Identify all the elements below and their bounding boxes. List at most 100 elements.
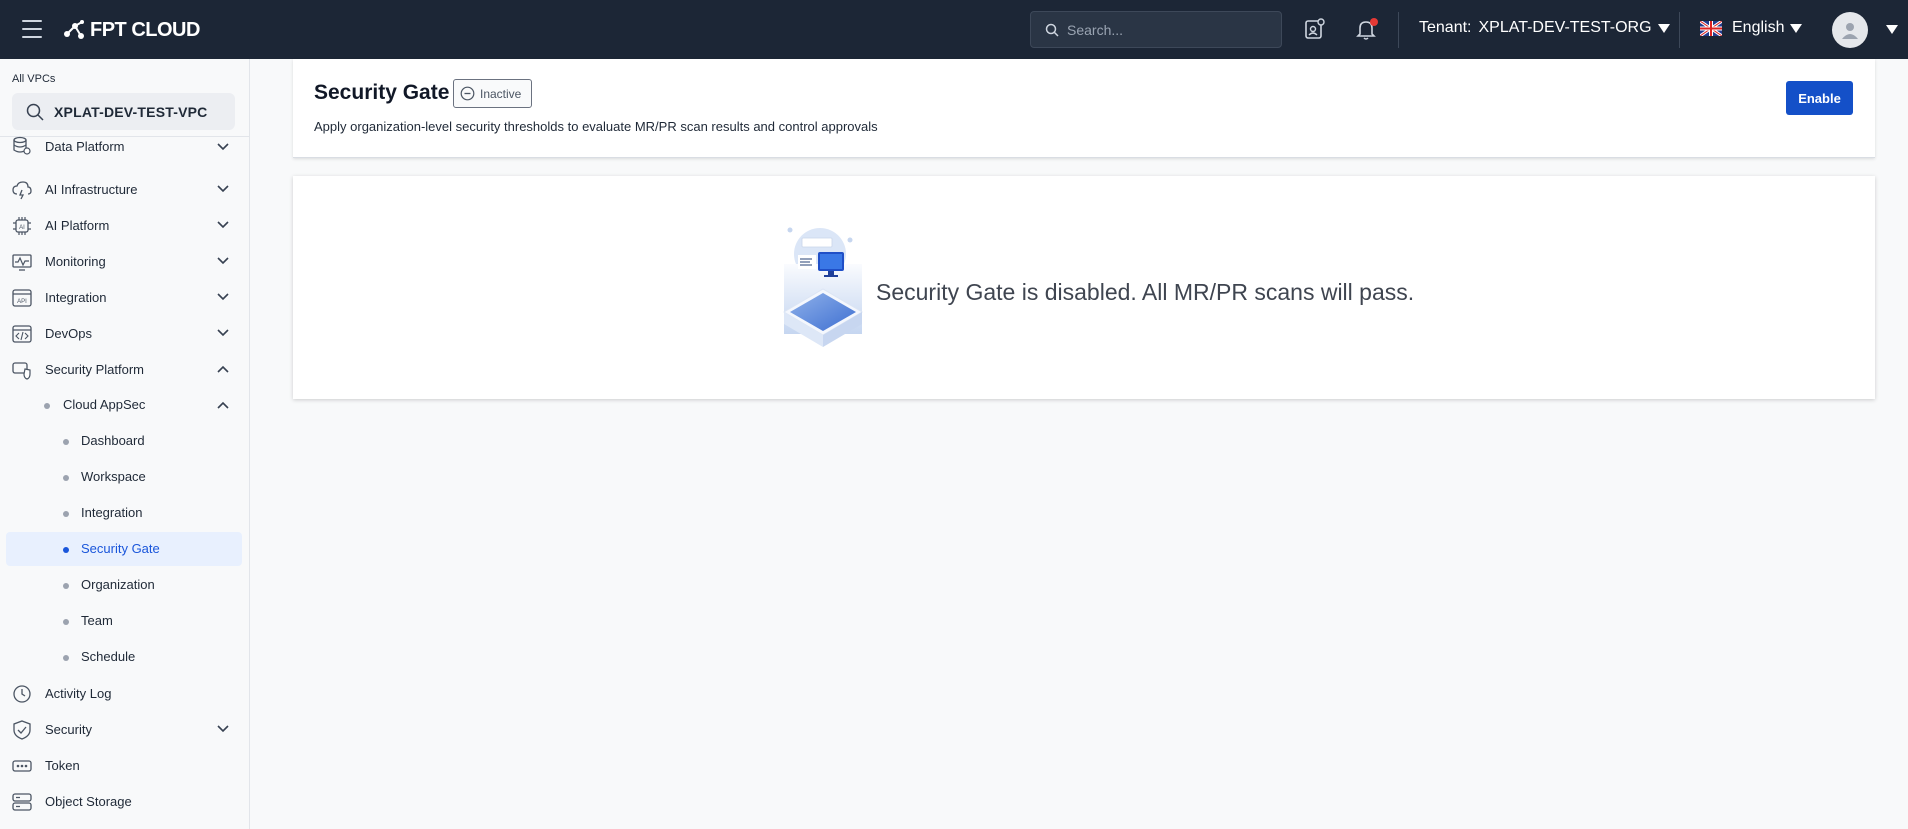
bullet-dot bbox=[63, 583, 69, 589]
tenant-value: XPLAT-DEV-TEST-ORG bbox=[1478, 19, 1652, 36]
vpc-label: All VPCs bbox=[12, 73, 56, 85]
fpt-logo-icon bbox=[64, 20, 84, 39]
api-icon: API bbox=[12, 289, 32, 307]
sidebar-item-workspace[interactable]: Workspace bbox=[0, 460, 249, 494]
sidebar-item-cloud-appsec[interactable]: Cloud AppSec bbox=[0, 388, 249, 422]
brand-logo[interactable]: FPT CLOUD bbox=[62, 15, 200, 45]
bullet-dot bbox=[63, 619, 69, 625]
sidebar-item-security-gate[interactable]: Security Gate bbox=[6, 532, 242, 566]
security-disabled-illustration bbox=[783, 227, 863, 347]
clock-icon bbox=[13, 685, 31, 703]
monitor-pulse-icon bbox=[12, 254, 32, 271]
user-icon bbox=[1842, 23, 1858, 39]
search-icon bbox=[26, 103, 44, 121]
page-header-card: Security Gate Inactive Apply organizatio… bbox=[293, 59, 1875, 158]
sidebar-item-dashboard[interactable]: Dashboard bbox=[0, 424, 249, 458]
tenant-label: Tenant: bbox=[1419, 19, 1472, 36]
search-icon bbox=[1045, 23, 1059, 37]
language-selector[interactable]: English bbox=[1700, 19, 1803, 37]
sidebar-item-label: Integration bbox=[81, 505, 143, 520]
sidebar-item-label: Schedule bbox=[81, 649, 136, 664]
sidebar-item-schedule[interactable]: Schedule bbox=[0, 640, 249, 674]
empty-state-message: Security Gate is disabled. All MR/PR sca… bbox=[876, 279, 1415, 305]
sidebar-item-appsec-integration[interactable]: Integration bbox=[0, 496, 249, 530]
bullet-dot bbox=[63, 655, 69, 661]
search-input[interactable] bbox=[1067, 21, 1267, 38]
sidebar-item-label: Integration bbox=[45, 289, 107, 305]
shield-check-icon bbox=[13, 720, 31, 740]
tenant-selector[interactable]: Tenant: XPLAT-DEV-TEST-ORG bbox=[1419, 19, 1670, 37]
divider bbox=[1398, 12, 1399, 48]
bullet-dot bbox=[63, 547, 69, 553]
sidebar-item-label: Token bbox=[45, 757, 80, 773]
vpc-value: XPLAT-DEV-TEST-VPC bbox=[54, 103, 208, 120]
sidebar-item-team[interactable]: Team bbox=[0, 604, 249, 638]
sidebar-item-label: Workspace bbox=[81, 469, 146, 484]
user-avatar[interactable] bbox=[1832, 12, 1868, 48]
sidebar-item-label: AI Platform bbox=[45, 217, 110, 233]
page-title: Security Gate bbox=[314, 81, 450, 104]
cloud-lightning-icon bbox=[12, 181, 32, 200]
svg-text:AI: AI bbox=[19, 225, 25, 231]
chevron-up-icon bbox=[217, 365, 229, 373]
sidebar-item-integration[interactable]: API Integration bbox=[0, 280, 249, 314]
sidebar-item-label: AI Infrastructure bbox=[45, 181, 138, 197]
database-icon bbox=[13, 136, 31, 155]
uk-flag-icon bbox=[1700, 20, 1722, 36]
sidebar-item-ai-infrastructure[interactable]: AI Infrastructure bbox=[0, 172, 249, 206]
bullet-dot bbox=[63, 475, 69, 481]
chevron-down-icon bbox=[217, 185, 229, 193]
sidebar-item-ai-platform[interactable]: AI AI Platform bbox=[0, 208, 249, 242]
sidebar-item-security-platform[interactable]: Security Platform bbox=[0, 352, 249, 386]
sidebar-item-label: Security bbox=[45, 721, 92, 737]
bullet-dot bbox=[63, 511, 69, 517]
sidebar-item-monitoring[interactable]: Monitoring bbox=[0, 244, 249, 278]
sidebar-item-label: Cloud AppSec bbox=[63, 397, 146, 412]
chevron-down-icon bbox=[217, 293, 229, 301]
status-badge: Inactive bbox=[453, 79, 533, 108]
vpc-selector[interactable]: XPLAT-DEV-TEST-VPC bbox=[12, 93, 235, 130]
avatar-caret-icon[interactable] bbox=[1886, 25, 1898, 34]
top-navigation-bar: FPT CLOUD Tenant: XPLAT-DEV-TEST-ORG Eng… bbox=[0, 0, 1908, 59]
notification-dot bbox=[1370, 18, 1378, 26]
sidebar-item-label: Data Platform bbox=[45, 139, 125, 154]
sidebar-item-token[interactable]: Token bbox=[0, 748, 249, 782]
token-icon bbox=[12, 760, 32, 772]
sidebar-item-activity-log[interactable]: Activity Log bbox=[0, 676, 249, 710]
brand-name: FPT CLOUD bbox=[90, 18, 200, 41]
chevron-down-icon bbox=[217, 257, 229, 265]
sidebar-item-label: Dashboard bbox=[81, 433, 145, 448]
sidebar-item-label: Security Platform bbox=[45, 361, 144, 377]
sidebar-item-devops[interactable]: DevOps bbox=[0, 316, 249, 350]
status-badge-label: Inactive bbox=[480, 86, 522, 101]
sidebar-item-label: Monitoring bbox=[45, 253, 106, 269]
sidebar-item-label: Team bbox=[81, 613, 113, 628]
chevron-down-icon bbox=[217, 725, 229, 733]
chevron-down-icon bbox=[217, 221, 229, 229]
chevron-up-icon bbox=[217, 401, 229, 409]
sidebar: All VPCs XPLAT-DEV-TEST-VPC Data Platfor… bbox=[0, 59, 250, 829]
chevron-down-icon bbox=[217, 329, 229, 337]
enable-button[interactable]: Enable bbox=[1786, 81, 1853, 115]
bullet-dot bbox=[63, 439, 69, 445]
minus-circle-icon bbox=[460, 86, 475, 101]
sidebar-item-object-storage[interactable]: Object Storage bbox=[0, 784, 249, 818]
sidebar-item-label: Organization bbox=[81, 577, 155, 592]
sidebar-item-data-platform[interactable]: Data Platform bbox=[0, 136, 249, 158]
notification-bell-icon[interactable] bbox=[1354, 17, 1378, 41]
sidebar-item-security[interactable]: Security bbox=[0, 712, 249, 746]
sidebar-item-organization[interactable]: Organization bbox=[0, 568, 249, 602]
sidebar-item-label: Activity Log bbox=[45, 685, 112, 701]
code-window-icon bbox=[12, 325, 32, 343]
hamburger-menu-icon[interactable] bbox=[22, 20, 42, 38]
global-search[interactable] bbox=[1030, 11, 1282, 48]
empty-state-card: Security Gate is disabled. All MR/PR sca… bbox=[293, 176, 1875, 399]
chevron-down-icon bbox=[217, 143, 229, 151]
sidebar-item-label: Security Gate bbox=[81, 541, 160, 556]
sidebar-item-label: Object Storage bbox=[45, 793, 132, 809]
ai-chip-icon: AI bbox=[13, 217, 31, 235]
contacts-icon[interactable] bbox=[1302, 17, 1326, 41]
divider bbox=[1679, 12, 1680, 48]
shield-link-icon bbox=[12, 362, 31, 380]
storage-icon bbox=[12, 793, 32, 811]
